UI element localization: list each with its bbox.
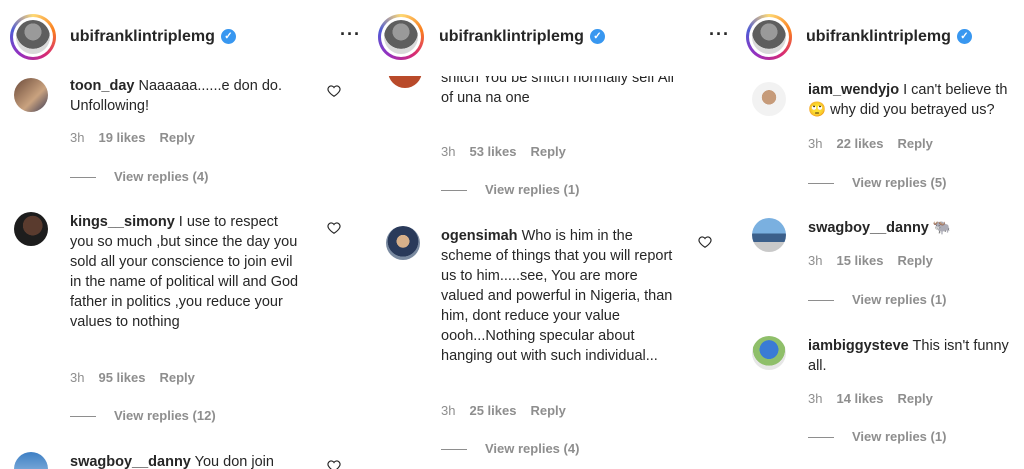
- avatar[interactable]: [14, 78, 48, 112]
- comment-username[interactable]: swagboy__danny: [70, 454, 191, 469]
- avatar[interactable]: [14, 212, 48, 246]
- likes-count[interactable]: 15 likes: [836, 253, 883, 268]
- comment-meta: 3h 15 likes Reply: [808, 253, 933, 268]
- heart-outline-icon[interactable]: [327, 84, 341, 98]
- comment-username[interactable]: ogensimah: [441, 228, 518, 244]
- comment-text: iambiggysteve This isn't funny all.: [808, 338, 1009, 374]
- likes-count[interactable]: 19 likes: [98, 130, 145, 145]
- comments-panel-1: ubifranklintriplemg ✓ ··· toon_day Naaaaa…: [0, 0, 366, 469]
- view-replies-button[interactable]: View replies (1): [441, 182, 579, 197]
- view-replies-button[interactable]: View replies (1): [808, 429, 946, 444]
- heart-outline-icon[interactable]: [327, 459, 341, 469]
- view-replies-button[interactable]: View replies (5): [808, 175, 946, 190]
- avatar[interactable]: [14, 452, 48, 469]
- comment-username[interactable]: iambiggysteve: [808, 338, 909, 354]
- comment-meta: 3h 95 likes Reply: [70, 370, 195, 385]
- comments-panel-2: ubifranklintriplemg ✓ ··· snitch You be s…: [366, 0, 732, 469]
- likes-count[interactable]: 14 likes: [836, 391, 883, 406]
- comment-username[interactable]: kings__simony: [70, 214, 175, 230]
- likes-count[interactable]: 22 likes: [836, 136, 883, 151]
- rolling-eyes-emoji-icon: 🙄: [808, 102, 827, 118]
- avatar[interactable]: [752, 336, 786, 370]
- avatar[interactable]: [386, 226, 420, 260]
- view-replies-button[interactable]: View replies (12): [70, 408, 216, 423]
- profile-avatar[interactable]: [378, 14, 424, 60]
- more-options-icon[interactable]: ···: [340, 24, 361, 45]
- comments-panel-3: ubifranklintriplemg ✓ iam_wendyjo I can't…: [732, 0, 1024, 469]
- animal-emoji-icon: 🐃: [932, 220, 951, 236]
- likes-count[interactable]: 25 likes: [469, 403, 516, 418]
- comment-username[interactable]: toon_day: [70, 78, 134, 94]
- profile-avatar[interactable]: [746, 14, 792, 60]
- verified-badge-icon: ✓: [589, 29, 605, 45]
- reply-button[interactable]: Reply: [159, 370, 194, 385]
- reply-button[interactable]: Reply: [897, 253, 932, 268]
- avatar[interactable]: [752, 218, 786, 252]
- verified-badge-icon: ✓: [220, 29, 236, 45]
- comment-text: iam_wendyjo I can't believe th 🙄 why did …: [808, 82, 1008, 118]
- comment-meta: 3h 14 likes Reply: [808, 391, 933, 406]
- comment-meta: 3h 22 likes Reply: [808, 136, 933, 151]
- likes-count[interactable]: 95 likes: [98, 370, 145, 385]
- view-replies-button[interactable]: View replies (4): [70, 169, 208, 184]
- verified-badge-icon: ✓: [956, 29, 972, 45]
- comment-username[interactable]: swagboy__danny: [808, 220, 929, 236]
- comment-meta: 3h 19 likes Reply: [70, 130, 195, 145]
- username-link[interactable]: ubifranklintriplemg ✓: [806, 28, 972, 46]
- post-header: ubifranklintriplemg ✓ ···: [366, 0, 732, 76]
- comment-username[interactable]: iam_wendyjo: [808, 82, 899, 98]
- comment-meta: 3h 25 likes Reply: [441, 403, 566, 418]
- avatar[interactable]: [752, 82, 786, 116]
- comment-text: ogensimah Who is him in the scheme of th…: [441, 228, 673, 364]
- view-replies-button[interactable]: View replies (1): [808, 292, 946, 307]
- view-replies-button[interactable]: View replies (4): [441, 441, 579, 456]
- post-header: ubifranklintriplemg ✓ ···: [0, 0, 366, 76]
- comment-text: swagboy__danny You don join: [70, 454, 274, 469]
- comment-text: toon_day Naaaaaa......e don do. Unfollow…: [70, 78, 282, 114]
- heart-outline-icon[interactable]: [698, 235, 712, 249]
- heart-outline-icon[interactable]: [327, 221, 341, 235]
- profile-avatar[interactable]: [10, 14, 56, 60]
- username-link[interactable]: ubifranklintriplemg ✓: [70, 28, 236, 46]
- reply-button[interactable]: Reply: [159, 130, 194, 145]
- reply-button[interactable]: Reply: [897, 136, 932, 151]
- more-options-icon[interactable]: ···: [709, 24, 730, 45]
- username-link[interactable]: ubifranklintriplemg ✓: [439, 28, 605, 46]
- reply-button[interactable]: Reply: [530, 403, 565, 418]
- comment-meta: 3h 53 likes Reply: [441, 144, 566, 159]
- reply-button[interactable]: Reply: [897, 391, 932, 406]
- reply-button[interactable]: Reply: [530, 144, 565, 159]
- post-header: ubifranklintriplemg ✓: [732, 0, 1024, 76]
- comment-text: kings__simony I use to respect you so mu…: [70, 214, 299, 330]
- comment-text: swagboy__danny 🐃: [808, 218, 1024, 238]
- likes-count[interactable]: 53 likes: [469, 144, 516, 159]
